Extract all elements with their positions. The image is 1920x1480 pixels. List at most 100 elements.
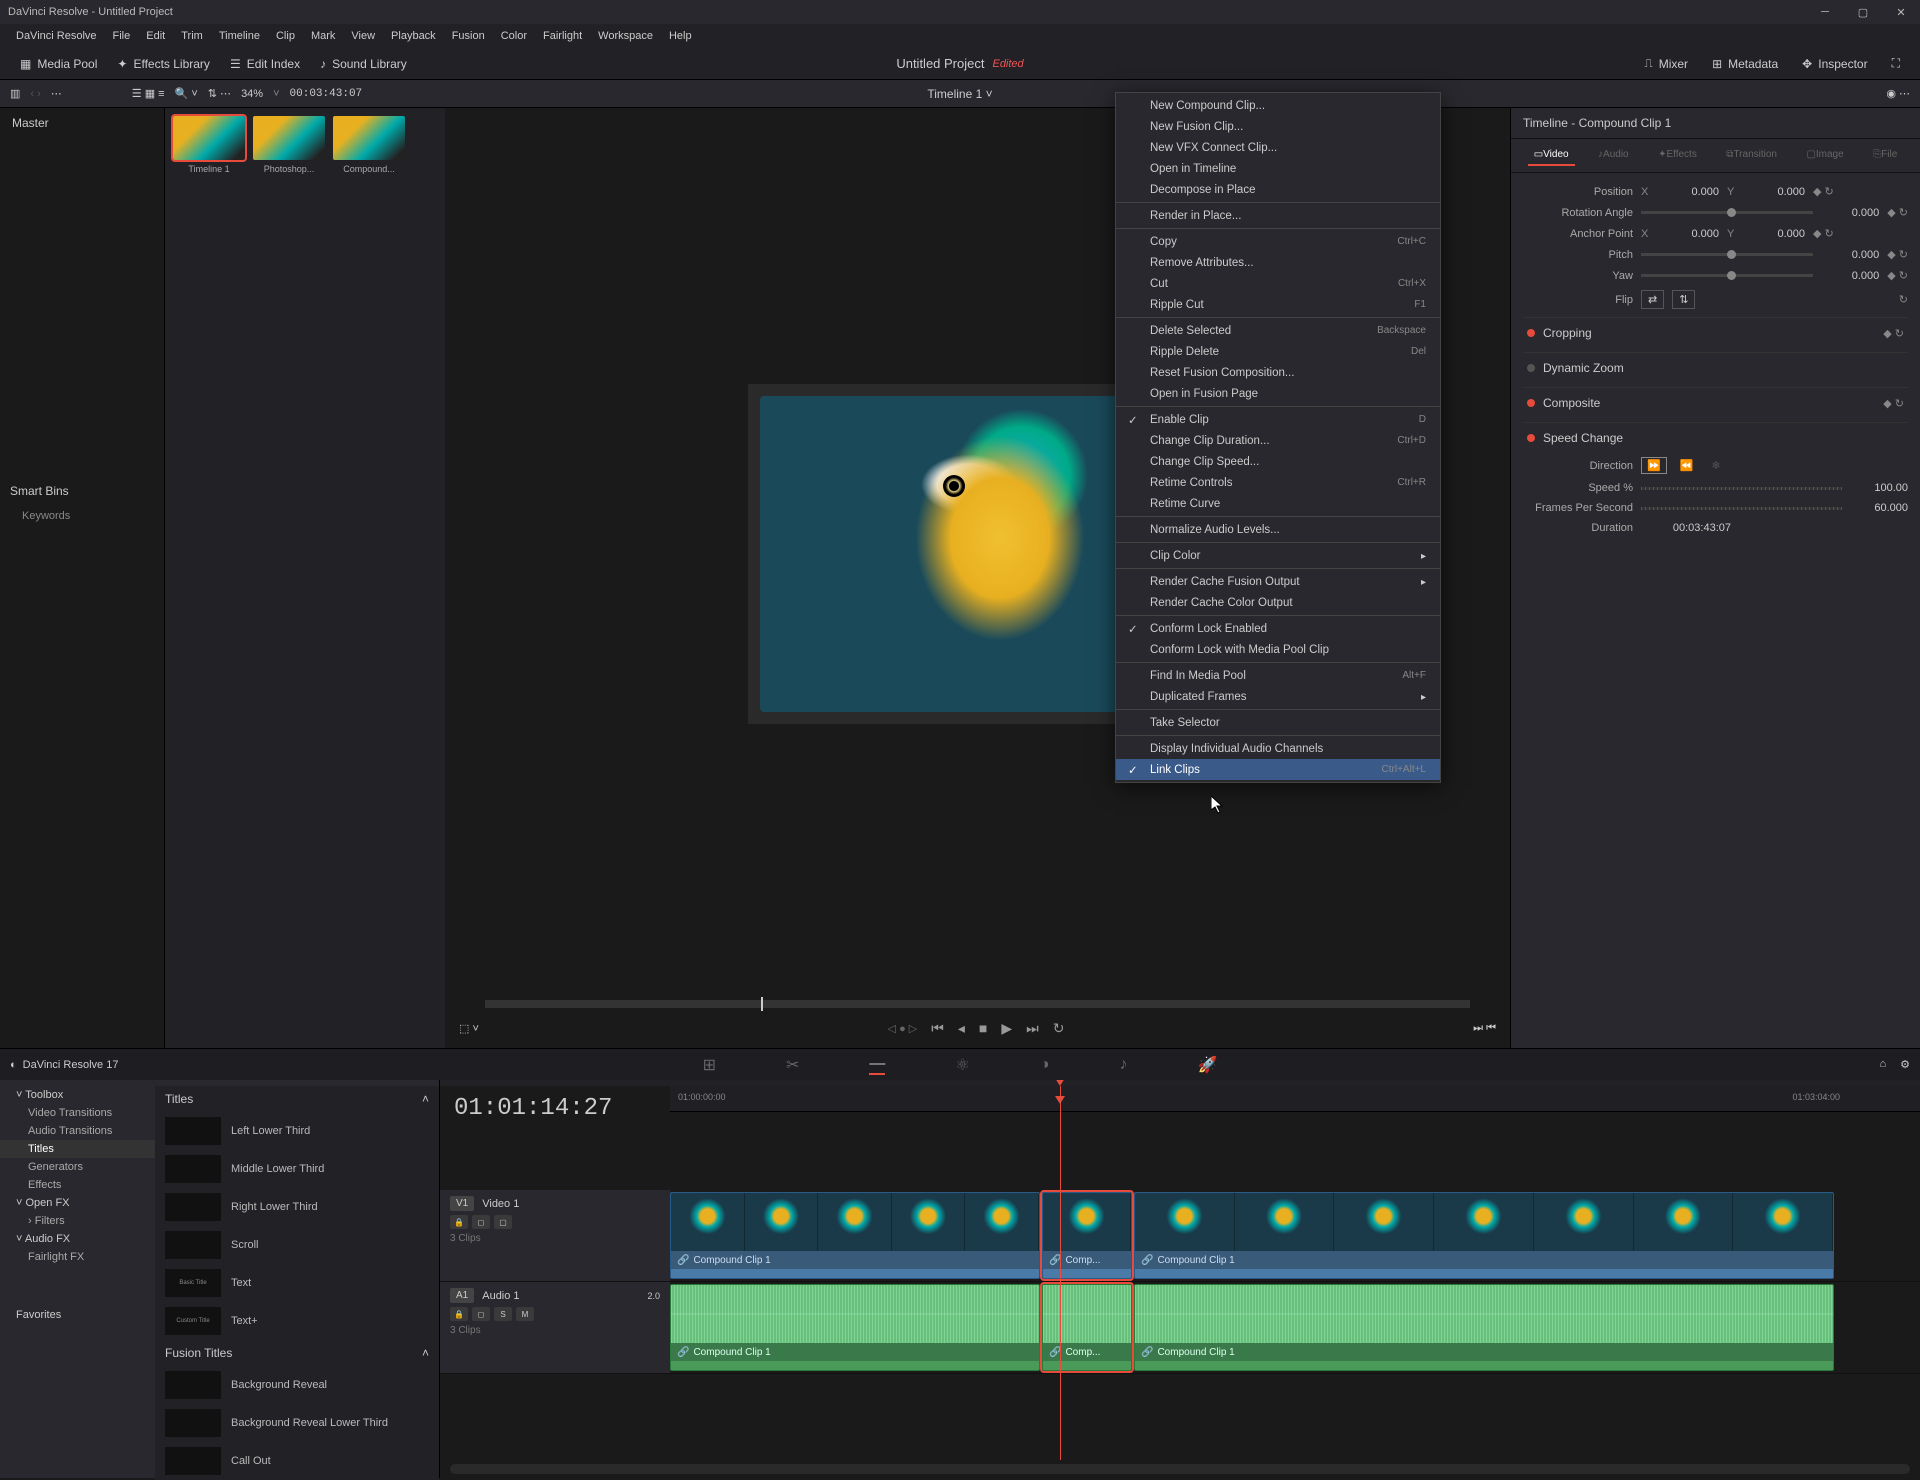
timeline-playhead[interactable]	[1060, 1104, 1061, 1460]
settings-icon[interactable]: ⚙	[1900, 1058, 1910, 1071]
direction-freeze[interactable]: ❄	[1706, 458, 1725, 473]
ctx-take-selector[interactable]: Take Selector	[1116, 712, 1440, 733]
a-clip-3[interactable]: 🔗Compound Clip 1	[1134, 1284, 1834, 1371]
position-y[interactable]: 0.000	[1747, 186, 1805, 198]
menu-color[interactable]: Color	[493, 26, 535, 46]
ctx-ripple-delete[interactable]: Ripple DeleteDel	[1116, 341, 1440, 362]
step-back-button[interactable]: ◂	[958, 1020, 965, 1037]
menu-timeline[interactable]: Timeline	[211, 26, 268, 46]
tab-audio[interactable]: ♪Audio	[1592, 145, 1635, 166]
ctx-clip-color[interactable]: Clip Color	[1116, 545, 1440, 566]
menu-davinci[interactable]: DaVinci Resolve	[8, 26, 105, 46]
flip-v-button[interactable]: ⇅	[1672, 290, 1695, 309]
a-clip-2-selected[interactable]: 🔗Comp...	[1042, 1284, 1132, 1371]
title-scroll[interactable]: Scroll	[155, 1226, 439, 1264]
keyframe-icon[interactable]: ◆ ↻	[1813, 185, 1834, 198]
open-fx[interactable]: ˅ Open FX	[0, 1194, 155, 1212]
direction-rev[interactable]: ⏪	[1675, 458, 1699, 473]
ctx-reset-fusion-composition-[interactable]: Reset Fusion Composition...	[1116, 362, 1440, 383]
fps-slider[interactable]	[1641, 507, 1842, 510]
smart-bins[interactable]: Smart Bins	[0, 478, 164, 504]
fullscreen-button[interactable]: ⛶	[1882, 52, 1910, 75]
match-frame-icon[interactable]: ⏭ ⏮	[1473, 1022, 1496, 1035]
close-button[interactable]: ✕	[1882, 0, 1920, 24]
media-pool-button[interactable]: ▦Media Pool	[10, 53, 107, 75]
ctx-delete-selected[interactable]: Delete SelectedBackspace	[1116, 320, 1440, 341]
ctx-normalize-audio-levels-[interactable]: Normalize Audio Levels...	[1116, 519, 1440, 540]
tab-image[interactable]: ▢Image	[1800, 145, 1849, 166]
ctx-duplicated-frames[interactable]: Duplicated Frames	[1116, 686, 1440, 707]
flip-h-button[interactable]: ⇄	[1641, 290, 1664, 309]
yaw-slider[interactable]	[1641, 274, 1813, 277]
ctx-link-clips[interactable]: Link ClipsCtrl+Alt+L	[1116, 759, 1440, 780]
a1-header[interactable]: A1Audio 12.0 🔒◻SM 3 Clips	[440, 1282, 670, 1373]
play-button[interactable]: ▶	[1001, 1020, 1012, 1037]
speed-change-section[interactable]: Speed Change	[1543, 431, 1904, 445]
ctx-decompose-in-place[interactable]: Decompose in Place	[1116, 179, 1440, 200]
title-right-lower[interactable]: Right Lower Third	[155, 1188, 439, 1226]
menu-edit[interactable]: Edit	[138, 26, 173, 46]
v-clip-1[interactable]: 🔗Compound Clip 1	[670, 1192, 1040, 1279]
prev-clip-button[interactable]: ⏮	[931, 1020, 944, 1037]
v1-header[interactable]: V1Video 1 🔒◻▢ 3 Clips	[440, 1190, 670, 1281]
menu-playback[interactable]: Playback	[383, 26, 444, 46]
tab-video[interactable]: ▭Video	[1528, 145, 1575, 166]
sound-library-button[interactable]: ♪Sound Library	[310, 53, 417, 75]
video-transitions[interactable]: Video Transitions	[0, 1104, 155, 1122]
ctx-retime-controls[interactable]: Retime ControlsCtrl+R	[1116, 472, 1440, 493]
solo-button[interactable]: S	[494, 1307, 512, 1321]
ctx-display-individual-audio-channels[interactable]: Display Individual Audio Channels	[1116, 738, 1440, 759]
generators[interactable]: Generators	[0, 1158, 155, 1176]
loop-button[interactable]: ↻	[1053, 1020, 1065, 1037]
page-media[interactable]: ⊞	[703, 1055, 716, 1075]
anchor-y[interactable]: 0.000	[1747, 228, 1805, 240]
clip-compound[interactable]: Compound...	[333, 116, 405, 190]
viewer-scrubber[interactable]	[761, 997, 763, 1011]
title-middle-lower[interactable]: Middle Lower Third	[155, 1150, 439, 1188]
sort-icon[interactable]: ⇅ ⋯	[208, 87, 231, 100]
position-x[interactable]: 0.000	[1661, 186, 1719, 198]
ctx-new-compound-clip-[interactable]: New Compound Clip...	[1116, 95, 1440, 116]
menu-view[interactable]: View	[343, 26, 383, 46]
effects-item[interactable]: Effects	[0, 1176, 155, 1194]
clip-photoshop[interactable]: Photoshop...	[253, 116, 325, 190]
pitch-slider[interactable]	[1641, 253, 1813, 256]
menu-mark[interactable]: Mark	[303, 26, 343, 46]
ctx-find-in-media-pool[interactable]: Find In Media PoolAlt+F	[1116, 665, 1440, 686]
page-color[interactable]: ◑	[1040, 1056, 1050, 1074]
rotation-val[interactable]: 0.000	[1821, 207, 1879, 219]
ctx-remove-attributes-[interactable]: Remove Attributes...	[1116, 252, 1440, 273]
search-icon[interactable]: 🔍 ˅	[175, 87, 198, 100]
ctx-change-clip-speed-[interactable]: Change Clip Speed...	[1116, 451, 1440, 472]
metadata-button[interactable]: ⊞Metadata	[1702, 52, 1788, 75]
effects-library-button[interactable]: ✦Effects Library	[107, 53, 220, 75]
ctx-new-vfx-connect-clip-[interactable]: New VFX Connect Clip...	[1116, 137, 1440, 158]
ctx-new-fusion-clip-[interactable]: New Fusion Clip...	[1116, 116, 1440, 137]
master-folder[interactable]: Master	[0, 108, 164, 138]
titles-item[interactable]: Titles	[0, 1140, 155, 1158]
timeline-scrollbar[interactable]	[450, 1464, 1910, 1474]
v1-auto-icon[interactable]: ◻	[472, 1215, 490, 1229]
a-clip-1[interactable]: 🔗Compound Clip 1	[670, 1284, 1040, 1371]
tab-file[interactable]: ⎘File	[1867, 145, 1903, 166]
ctx-cut[interactable]: CutCtrl+X	[1116, 273, 1440, 294]
mute-button[interactable]: M	[516, 1307, 534, 1321]
ctx-open-in-fusion-page[interactable]: Open in Fusion Page	[1116, 383, 1440, 404]
menu-fusion[interactable]: Fusion	[444, 26, 493, 46]
page-cut[interactable]: ✂	[786, 1055, 799, 1075]
audio-transitions[interactable]: Audio Transitions	[0, 1122, 155, 1140]
page-fairlight[interactable]: ♪	[1119, 1056, 1127, 1074]
timeline-timecode[interactable]: 01:01:14:27	[440, 1086, 670, 1130]
keywords-bin[interactable]: Keywords	[0, 504, 164, 528]
timeline-ruler[interactable]: 01:00:00:00 01:03:04:00	[670, 1086, 1920, 1112]
page-deliver[interactable]: 🚀	[1197, 1055, 1217, 1075]
ctx-open-in-timeline[interactable]: Open in Timeline	[1116, 158, 1440, 179]
anchor-x[interactable]: 0.000	[1661, 228, 1719, 240]
page-edit[interactable]: ⎯⎯	[869, 1055, 885, 1075]
fairlight-fx[interactable]: Fairlight FX	[0, 1248, 155, 1266]
tab-effects[interactable]: ✦Effects	[1652, 145, 1703, 166]
v-clip-2-selected[interactable]: 🔗Comp...	[1042, 1192, 1132, 1279]
ctx-render-in-place-[interactable]: Render in Place...	[1116, 205, 1440, 226]
direction-fwd[interactable]: ⏩	[1641, 457, 1667, 474]
inspector-button[interactable]: ✥Inspector	[1792, 52, 1877, 75]
